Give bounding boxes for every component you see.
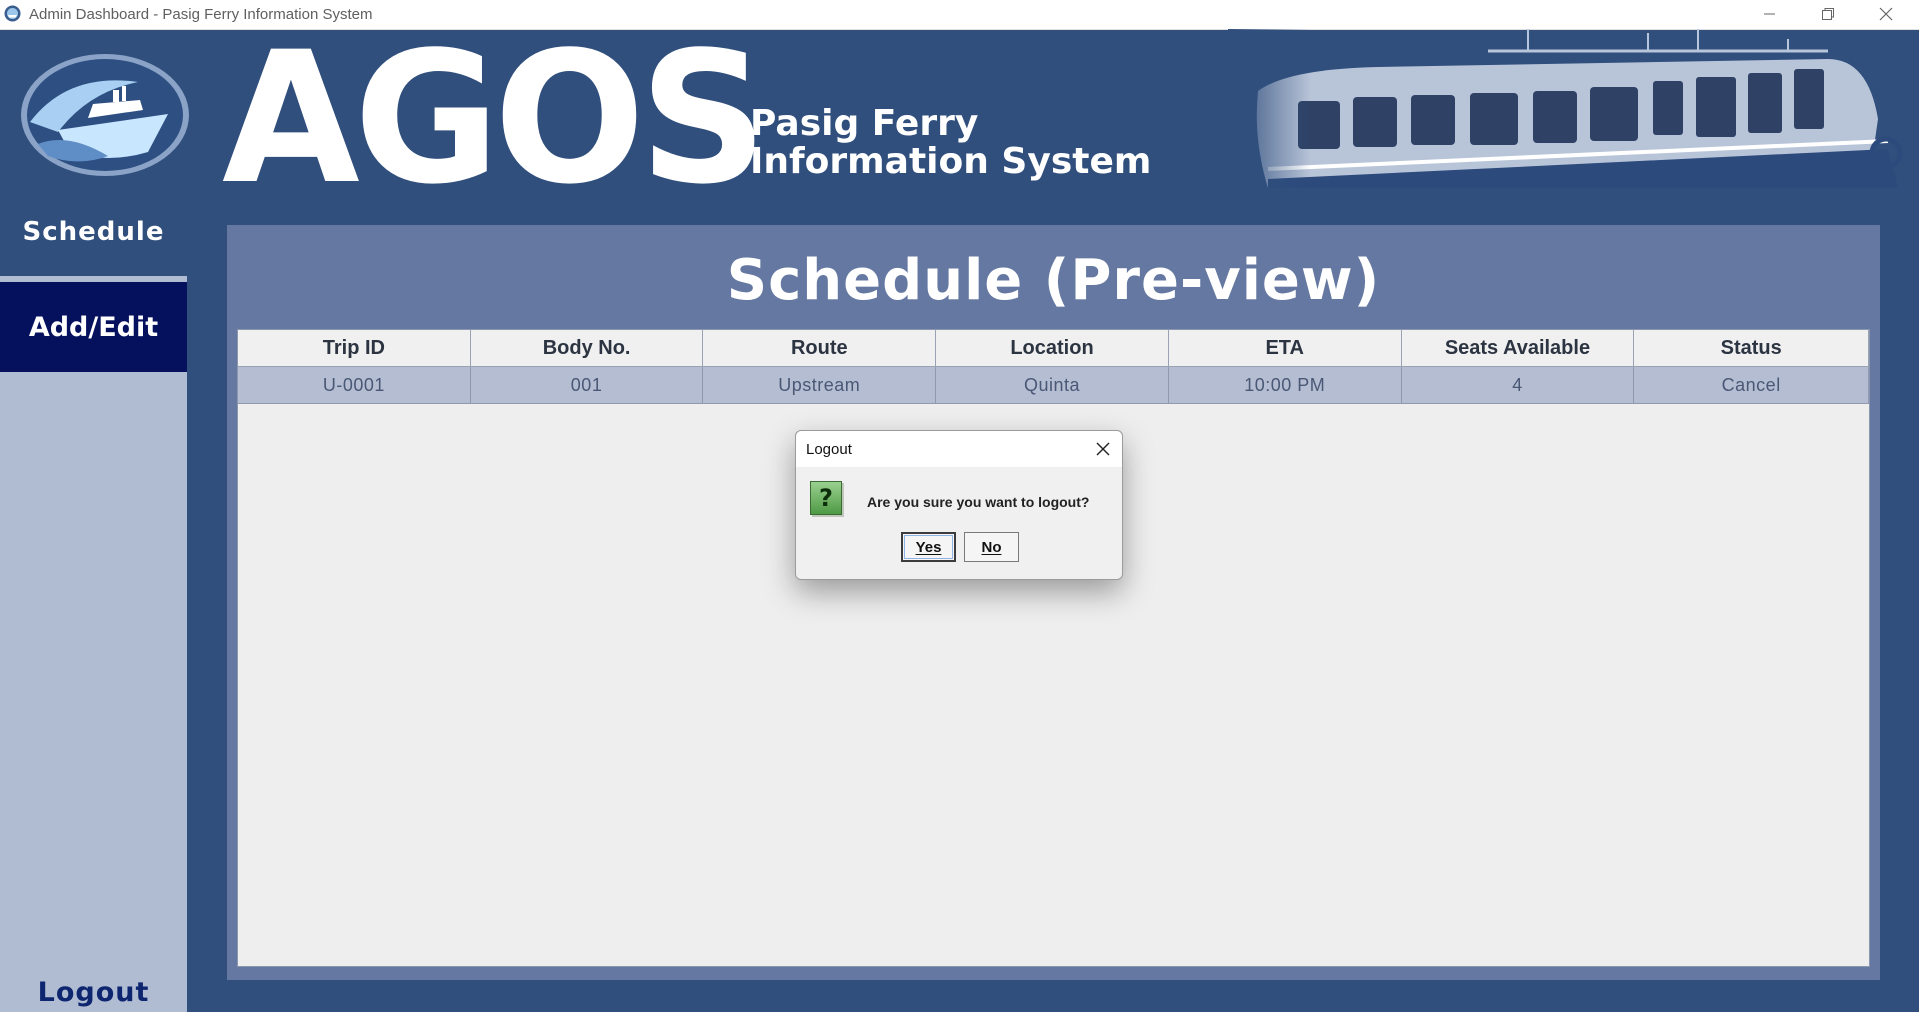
logout-button[interactable]: Logout [0, 972, 187, 1012]
table-cell-seats-available[interactable]: 4 [1401, 367, 1635, 404]
close-icon [1879, 7, 1893, 21]
dialog-message: Are you sure you want to logout? [867, 494, 1090, 510]
ferry-logo-icon [21, 54, 189, 176]
dialog-titlebar[interactable]: Logout [796, 431, 1122, 467]
sidebar-item-add-edit[interactable]: Add/Edit [0, 282, 187, 372]
ferry-boat-image [1228, 29, 1919, 188]
main-panel: Schedule (Pre-view) Trip ID Body No. Rou… [227, 225, 1880, 980]
dialog-close-icon[interactable] [1094, 440, 1112, 458]
close-button[interactable] [1858, 0, 1914, 29]
maximize-icon [1822, 8, 1834, 20]
page-title: Schedule (Pre-view) [726, 248, 1381, 313]
column-header-seats-available[interactable]: Seats Available [1401, 330, 1635, 367]
logout-dialog: Logout ? Are you sure you want to logout… [795, 430, 1123, 580]
table-cell-location[interactable]: Quinta [936, 367, 1169, 404]
brand-title: AGOS [222, 12, 767, 224]
column-header-trip-id[interactable]: Trip ID [238, 330, 471, 367]
minimize-button[interactable] [1742, 0, 1798, 29]
minimize-icon [1764, 13, 1775, 15]
table-cell-eta[interactable]: 10:00 PM [1168, 367, 1402, 404]
table-row[interactable]: U-0001 001 Upstream Quinta 10:00 PM 4 Ca… [238, 367, 1870, 404]
column-header-eta[interactable]: ETA [1168, 330, 1402, 367]
table-cell-trip-id[interactable]: U-0001 [238, 367, 471, 404]
column-header-route[interactable]: Route [703, 330, 937, 367]
no-button[interactable]: No [964, 532, 1019, 562]
brand-subtitle-line2: Information System [750, 141, 1152, 182]
sidebar-item-schedule[interactable]: Schedule [0, 188, 187, 282]
yes-button[interactable]: Yes [901, 532, 956, 562]
table-cell-body-no[interactable]: 001 [470, 367, 704, 404]
column-header-body-no[interactable]: Body No. [470, 330, 704, 367]
column-header-status[interactable]: Status [1634, 330, 1870, 367]
sidebar: Schedule Add/Edit Logout [0, 188, 187, 1012]
question-icon: ? [810, 481, 842, 515]
table-header: Trip ID Body No. Route Location ETA Seat… [238, 330, 1870, 367]
column-header-location[interactable]: Location [936, 330, 1169, 367]
schedule-table: Trip ID Body No. Route Location ETA Seat… [237, 329, 1870, 967]
brand-subtitle-line1: Pasig Ferry [750, 103, 979, 144]
brand-subtitle: Pasig Ferry Information System [750, 105, 1151, 181]
maximize-button[interactable] [1800, 0, 1856, 29]
dialog-title: Logout [806, 441, 852, 458]
table-cell-route[interactable]: Upstream [703, 367, 937, 404]
app-icon [4, 5, 21, 22]
table-cell-status[interactable]: Cancel [1634, 367, 1870, 404]
